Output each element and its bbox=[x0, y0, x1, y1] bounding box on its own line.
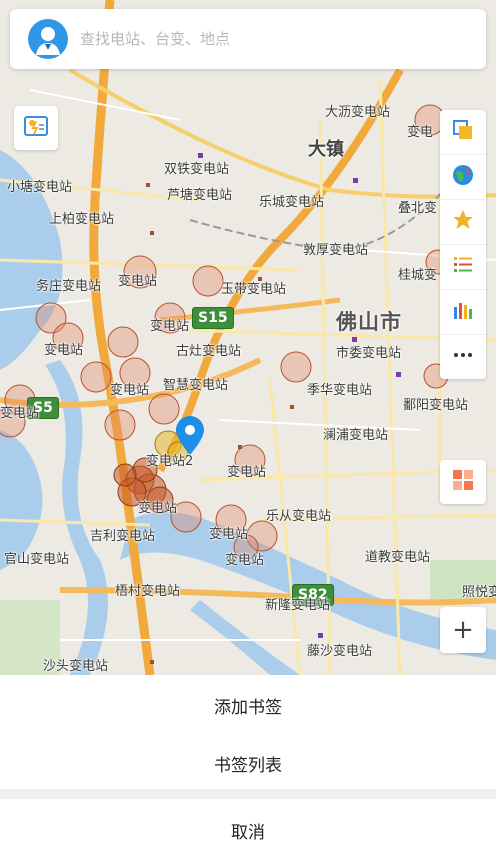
station-label: 玉带变电站 bbox=[221, 282, 287, 297]
star-icon bbox=[452, 209, 474, 235]
station-label: 梧村变电站 bbox=[115, 584, 181, 599]
search-bar bbox=[10, 9, 486, 69]
statistics-button[interactable] bbox=[440, 290, 486, 335]
weather-button[interactable] bbox=[14, 106, 58, 150]
layers-button[interactable] bbox=[440, 110, 486, 155]
map-tools-panel bbox=[440, 110, 486, 379]
station-label: 变电站 bbox=[110, 383, 150, 398]
station-label: 乐城变电站 bbox=[259, 195, 325, 210]
station-label: 澜浦变电站 bbox=[323, 428, 389, 443]
station-label: 新隆变电站 bbox=[265, 598, 331, 613]
list-icon bbox=[452, 254, 474, 280]
weather-icon bbox=[24, 115, 48, 141]
station-label: 变电站 bbox=[138, 501, 178, 516]
station-label: 双铁变电站 bbox=[164, 162, 230, 177]
station-label: 沙头变电站 bbox=[43, 659, 109, 674]
add-bookmark-button[interactable]: 添加书签 bbox=[0, 693, 496, 718]
station-label: 智慧变电站 bbox=[163, 378, 229, 393]
layers-icon bbox=[452, 119, 474, 145]
user-icon bbox=[36, 27, 60, 55]
station-label: 桂城变 bbox=[398, 268, 438, 283]
cancel-button[interactable]: 取消 bbox=[0, 818, 496, 843]
station-label: 大沥变电站 bbox=[325, 105, 391, 120]
bar-chart-icon bbox=[452, 299, 474, 325]
station-label: 敦厚变电站 bbox=[303, 243, 369, 258]
station-label: 变电站 bbox=[209, 527, 249, 542]
station-label: 道教变电站 bbox=[365, 550, 431, 565]
station-label: 季华变电站 bbox=[307, 383, 373, 398]
station-label: 上柏变电站 bbox=[49, 212, 115, 227]
station-label: 官山变电站 bbox=[4, 552, 70, 567]
search-input[interactable] bbox=[78, 25, 462, 53]
zoom-in-button[interactable]: + bbox=[440, 607, 486, 653]
bookmark-list-button[interactable]: 书签列表 bbox=[0, 751, 496, 776]
road-shield: S15 bbox=[192, 307, 234, 329]
station-label: 叠北变 bbox=[398, 201, 438, 216]
more-button[interactable] bbox=[440, 335, 486, 379]
grid-button[interactable] bbox=[440, 460, 486, 504]
station-label: 小塘变电站 bbox=[7, 180, 73, 195]
city-label: 佛山市 bbox=[336, 310, 402, 334]
station-label: 芦塘变电站 bbox=[167, 188, 233, 203]
globe-icon bbox=[452, 164, 474, 190]
globe-button[interactable] bbox=[440, 155, 486, 200]
favorite-button[interactable] bbox=[440, 200, 486, 245]
station-label: 古灶变电站 bbox=[176, 344, 242, 359]
station-label: 变电站 bbox=[225, 553, 265, 568]
station-label: 变电站 bbox=[0, 406, 40, 421]
station-label: 藤沙变电站 bbox=[307, 644, 373, 659]
divider bbox=[0, 789, 496, 799]
plus-icon: + bbox=[452, 615, 474, 645]
station-label: 变电站2 bbox=[146, 454, 194, 469]
station-label: 乐从变电站 bbox=[266, 509, 332, 524]
more-icon bbox=[452, 344, 474, 370]
station-label: 变电站 bbox=[118, 274, 158, 289]
station-label: 变电站 bbox=[227, 465, 267, 480]
station-label: 照悦变 bbox=[462, 585, 496, 600]
grid-icon bbox=[452, 469, 474, 495]
map-base bbox=[0, 0, 496, 675]
station-label: 变电站 bbox=[44, 343, 84, 358]
avatar[interactable] bbox=[28, 19, 68, 59]
station-label: 吉利变电站 bbox=[90, 529, 156, 544]
station-label: 务庄变电站 bbox=[36, 279, 102, 294]
town-label: 大镇 bbox=[308, 139, 344, 160]
map-view[interactable]: 大镇 佛山市 S15 S5 S82 大沥变电站 变电 双铁变电站 小塘变电站 芦… bbox=[0, 0, 496, 675]
station-label: 鄱阳变电站 bbox=[403, 398, 469, 413]
bookmark-action-sheet: 添加书签 书签列表 取消 bbox=[0, 675, 496, 855]
station-label: 变电站 bbox=[150, 319, 190, 334]
station-label: 市委变电站 bbox=[336, 346, 402, 361]
list-button[interactable] bbox=[440, 245, 486, 290]
station-label: 变电 bbox=[407, 125, 434, 140]
